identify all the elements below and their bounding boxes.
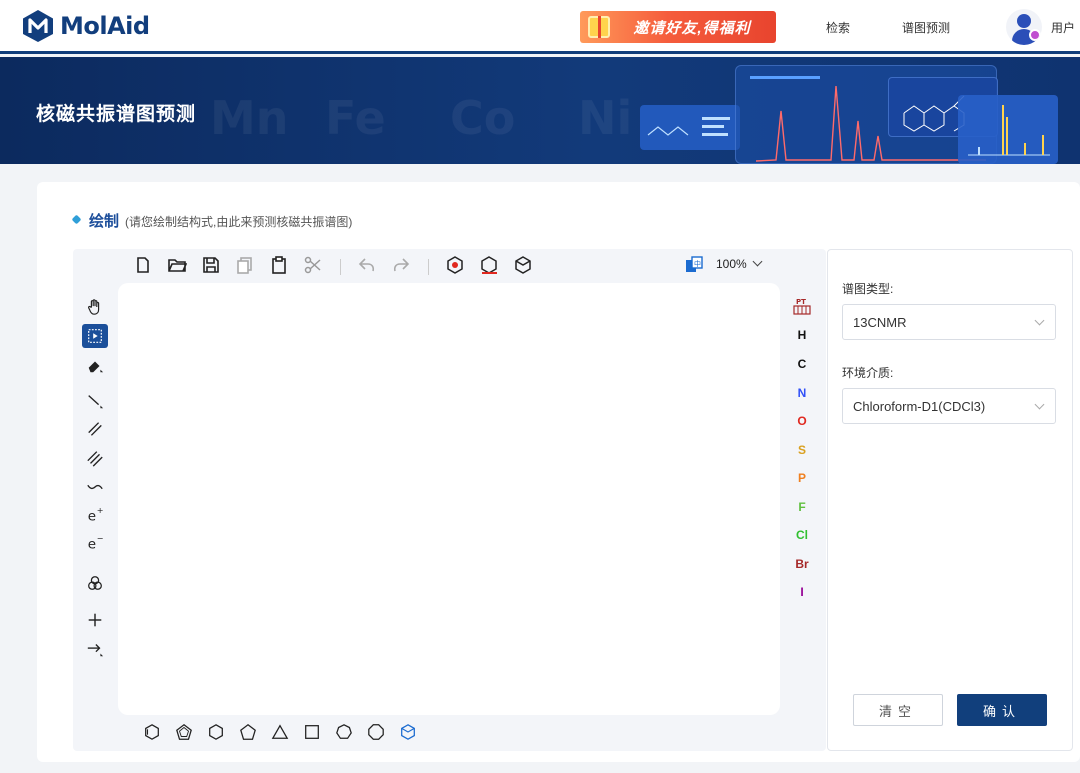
atom-button-h[interactable]: H: [791, 328, 813, 342]
banner-illustration: [640, 105, 740, 150]
atom-button-p[interactable]: P: [791, 471, 813, 485]
template-icon[interactable]: [82, 571, 108, 595]
section-subtitle: (请您绘制结构式,由此来预测核磁共振谱图): [125, 215, 353, 229]
nav-spectrum-prediction[interactable]: 谱图预测: [902, 19, 950, 36]
top-navigation-bar: MolAid 邀请好友,得福利 检索 谱图预测 用户: [0, 0, 1080, 54]
copy-icon[interactable]: [234, 254, 256, 276]
molaid-logo[interactable]: MolAid: [22, 9, 150, 43]
solvent-select[interactable]: Chloroform-D1(CDCl3): [842, 388, 1056, 424]
section-title: 绘制: [89, 213, 120, 230]
atom-button-br[interactable]: Br: [791, 557, 813, 571]
zoom-select[interactable]: 100%: [716, 256, 763, 271]
toolbar-divider: [428, 259, 429, 275]
cyclopropane-icon[interactable]: [269, 721, 291, 743]
triple-bond-icon[interactable]: [82, 446, 108, 470]
atom-button-c[interactable]: C: [791, 357, 813, 371]
cut-icon[interactable]: [302, 254, 324, 276]
drawing-canvas[interactable]: [118, 283, 780, 715]
banner-bar-chart-illustration: [958, 95, 1058, 164]
toolbar-divider: [340, 259, 341, 275]
charge-minus-icon[interactable]: e −: [82, 530, 108, 554]
svg-text:+: +: [97, 505, 104, 515]
cycloheptane-icon[interactable]: [333, 721, 355, 743]
banner-decoration: Fe: [325, 91, 386, 145]
spectrum-type-select[interactable]: 13CNMR: [842, 304, 1056, 340]
chevron-down-icon: [752, 256, 763, 267]
solvent-value: Chloroform-D1(CDCl3): [853, 398, 986, 414]
nav-search[interactable]: 检索: [826, 19, 850, 36]
solvent-label: 环境介质:: [842, 366, 894, 380]
svg-text:e: e: [88, 536, 96, 551]
user-menu-label[interactable]: 用户: [1051, 19, 1075, 36]
promo-text: 邀请好友,得福利: [633, 19, 751, 37]
chevron-down-icon: [1034, 315, 1045, 326]
eraser-icon[interactable]: [82, 354, 108, 378]
svg-text:中: 中: [694, 259, 701, 268]
redo-icon[interactable]: [390, 254, 412, 276]
structure-editor: 中 100% e + e − PT H C N O S P F Cl Br I: [73, 249, 826, 751]
atom-button-f[interactable]: F: [791, 500, 813, 514]
cyclooctane-icon[interactable]: [365, 721, 387, 743]
cyclohexane-icon[interactable]: [205, 721, 227, 743]
gift-icon: [588, 16, 610, 38]
confirm-button[interactable]: 确认: [957, 694, 1047, 726]
banner-decoration: Mn: [210, 91, 289, 145]
atom-button-cl[interactable]: Cl: [791, 528, 813, 542]
select-icon[interactable]: [82, 324, 108, 348]
spectrum-type-value: 13CNMR: [853, 314, 907, 330]
page-title: 核磁共振谱图预测: [36, 104, 197, 125]
spectrum-type-label: 谱图类型:: [842, 282, 894, 296]
logo-text: MolAid: [60, 12, 150, 40]
reaction-arrow-icon[interactable]: [82, 637, 108, 661]
charge-plus-icon[interactable]: e +: [82, 502, 108, 526]
plus-icon[interactable]: [82, 608, 108, 632]
invite-promo-banner[interactable]: 邀请好友,得福利: [580, 11, 776, 43]
paste-icon[interactable]: [268, 254, 290, 276]
new-document-icon[interactable]: [132, 254, 154, 276]
atom-button-o[interactable]: O: [791, 414, 813, 428]
cyclobutane-icon[interactable]: [301, 721, 323, 743]
language-icon[interactable]: 中: [683, 254, 705, 276]
atom-button-n[interactable]: N: [791, 386, 813, 400]
periodic-table-icon[interactable]: PT: [791, 295, 813, 317]
layout-icon[interactable]: [444, 254, 466, 276]
prediction-settings-panel: 谱图类型: 13CNMR 环境介质: Chloroform-D1(CDCl3) …: [827, 249, 1073, 751]
undo-icon[interactable]: [356, 254, 378, 276]
benzene-icon[interactable]: [141, 721, 163, 743]
atom-button-s[interactable]: S: [791, 443, 813, 457]
page-banner: Mn Fe Co Ni 核磁共振谱图预测: [0, 57, 1080, 164]
svg-text:e: e: [88, 508, 96, 523]
chevron-down-icon: [1034, 399, 1045, 410]
clean-icon[interactable]: [478, 254, 500, 276]
clear-button[interactable]: 清空: [853, 694, 943, 726]
cyclopentane-icon[interactable]: [237, 721, 259, 743]
user-avatar-icon[interactable]: [1006, 9, 1042, 45]
svg-text:PT: PT: [796, 298, 806, 306]
save-icon[interactable]: [200, 254, 222, 276]
zoom-value: 100%: [716, 257, 747, 271]
molaid-logo-icon: [23, 10, 53, 42]
banner-decoration: Co: [450, 91, 516, 145]
content-card: 绘制 (请您绘制结构式,由此来预测核磁共振谱图) 中 100% e+ e−: [37, 182, 1080, 762]
draw-section-header: 绘制 (请您绘制结构式,由此来预测核磁共振谱图): [71, 210, 353, 231]
single-bond-icon[interactable]: [82, 389, 108, 413]
svg-text:−: −: [97, 533, 104, 543]
banner-decoration: Ni: [578, 91, 633, 145]
3d-view-icon[interactable]: [512, 254, 534, 276]
wavy-bond-icon[interactable]: [82, 475, 108, 499]
double-bond-icon[interactable]: [82, 417, 108, 441]
section-bullet-icon: [71, 214, 82, 225]
atom-button-i[interactable]: I: [791, 585, 813, 599]
cyclopentadiene-icon[interactable]: [173, 721, 195, 743]
template-library-icon[interactable]: [397, 721, 419, 743]
hand-icon[interactable]: [82, 295, 108, 319]
open-folder-icon[interactable]: [166, 254, 188, 276]
